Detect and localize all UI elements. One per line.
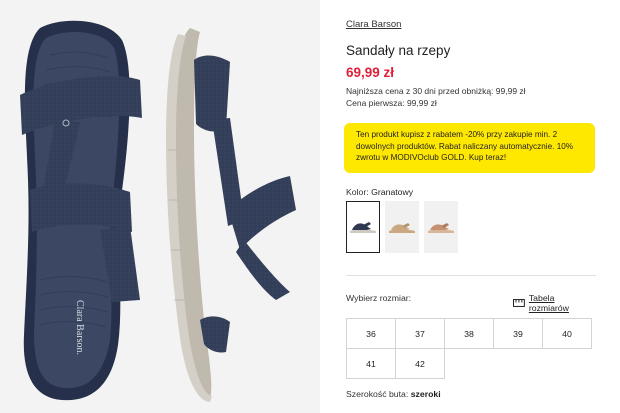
sandal-side-view (166, 28, 296, 402)
product-price: 69,99 zł (346, 65, 395, 80)
size-option-41[interactable]: 41 (346, 348, 396, 379)
swatch-navy[interactable] (346, 201, 380, 253)
color-label: Kolor: Granatowy (346, 187, 413, 197)
color-label-prefix: Kolor: (346, 187, 369, 197)
sandal-thumbnail-icon (350, 222, 376, 233)
shoe-width-value: szeroki (410, 389, 441, 399)
size-grid: 36 37 38 39 40 41 42 (346, 318, 596, 379)
color-swatches (346, 201, 458, 253)
size-option-40[interactable]: 40 (542, 318, 592, 349)
lowest-price-info: Najniższa cena z 30 dni przed obniżką: 9… (346, 86, 526, 96)
sandal-thumbnail-icon (428, 223, 454, 233)
product-info-panel: Clara Barson Sandały na rzepy 69,99 zł N… (344, 0, 596, 413)
shoe-width-info: Szerokość buta: szeroki (346, 389, 441, 399)
brand-link[interactable]: Clara Barson (346, 19, 401, 30)
first-price-info: Cena pierwsza: 99,99 zł (346, 98, 437, 108)
swatch-beige[interactable] (385, 201, 419, 253)
promo-text: Ten produkt kupisz z rabatem -20% przy z… (356, 130, 574, 162)
size-guide-label: Tabela rozmiarów (528, 293, 569, 313)
size-option-37[interactable]: 37 (395, 318, 445, 349)
size-option-42[interactable]: 42 (395, 348, 445, 379)
sandal-thumbnail-icon (389, 223, 415, 233)
size-option-39[interactable]: 39 (493, 318, 543, 349)
swatch-tan[interactable] (424, 201, 458, 253)
size-guide-link[interactable]: Tabela rozmiarów (513, 293, 596, 313)
size-option-38[interactable]: 38 (444, 318, 494, 349)
size-option-36[interactable]: 36 (346, 318, 396, 349)
sandal-top-view: Clara Barson. (20, 20, 142, 401)
size-label: Wybierz rozmiar: (346, 293, 412, 303)
color-value: Granatowy (371, 187, 414, 197)
product-title: Sandały na rzepy (346, 43, 451, 58)
section-divider (346, 275, 596, 276)
product-image-gallery[interactable]: Clara Barson. (0, 0, 320, 413)
product-photo: Clara Barson. (20, 20, 296, 402)
ruler-icon (513, 299, 525, 307)
promo-banner[interactable]: Ten produkt kupisz z rabatem -20% przy z… (344, 123, 595, 173)
shoe-width-label: Szerokość buta: (346, 389, 409, 399)
insole-brand-print: Clara Barson. (74, 300, 85, 355)
